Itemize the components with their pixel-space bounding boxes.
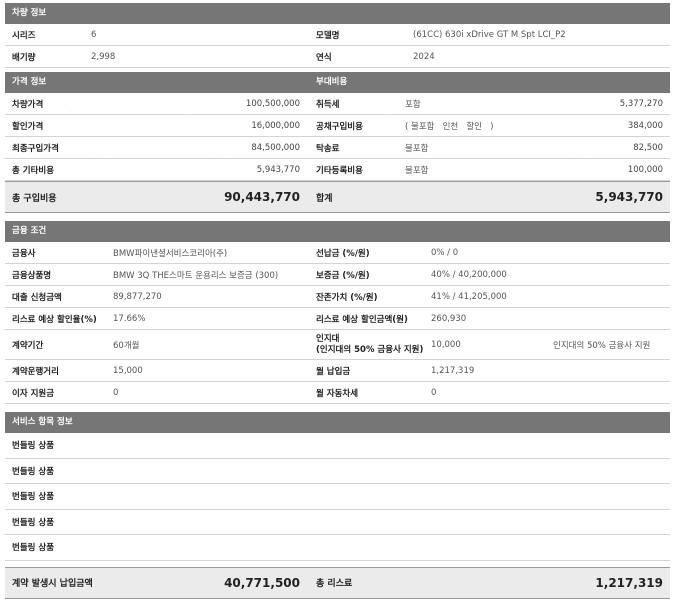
- distance-value: 15,000: [113, 365, 143, 376]
- extra-cost-label: 탁송료: [316, 143, 340, 154]
- service-item-label: 번들링 상품: [12, 543, 55, 554]
- finance-row: 금융사 BMW파이낸셜서비스코리아(주) 선납금 (%/원) 0% / 0: [5, 242, 670, 264]
- finance-row-interest: 이자 지원금 0 월 자동차세 0: [5, 382, 670, 404]
- year-value: 2024: [413, 51, 435, 62]
- total-lease-label: 총 리스료: [316, 579, 353, 589]
- service-section-header: 서비스 항목 정보: [5, 412, 670, 433]
- displacement-value: 2,998: [91, 51, 116, 62]
- footer-summary-row: 계약 발생시 납입금액 40,771,500 총 리스료 1,217,319: [5, 566, 670, 599]
- finance-row-term: 계약기간 60개월 인지대 (인지대의 50% 금융사 지원) 10,000 인…: [5, 330, 670, 360]
- service-item: 번들링 상품: [5, 535, 670, 561]
- price-row: 총 기타비용 5,943,770 기타등록비용 불포함 100,000: [5, 159, 670, 181]
- auto-tax-label: 월 자동차세: [316, 388, 359, 399]
- finance-row: 대출 신청금액 89,877,270 잔존가치 (%/원) 41% / 41,2…: [5, 286, 670, 308]
- service-item-label: 번들링 상품: [12, 441, 55, 452]
- vehicle-section-header: 차량 정보: [5, 3, 670, 24]
- finance-section-header: 금융 조건: [5, 221, 670, 242]
- price-row: 할인가격 16,000,000 공채구입비용 ( 불포함 인천 할인 ) 384…: [5, 115, 670, 137]
- price-section-header: 가격 정보 부대비용: [5, 72, 670, 93]
- finance-right-label: 리스료 예상 할인금액(원): [316, 314, 408, 325]
- distance-label: 계약운행거리: [12, 366, 59, 377]
- total-lease-value: 1,217,319: [595, 575, 663, 590]
- extra-cost-label: 기타등록비용: [316, 165, 363, 176]
- finance-label: 금융상품명: [12, 270, 52, 281]
- price-summary-row: 총 구입비용 90,443,770 합계 5,943,770: [5, 181, 670, 213]
- extra-sum-label: 합계: [316, 193, 333, 204]
- displacement-label: 배기량: [12, 52, 36, 63]
- monthly-payment-label: 월 납입금: [316, 366, 351, 377]
- price-value: 84,500,000: [251, 142, 300, 153]
- stamp-duty-value: 10,000: [431, 339, 461, 350]
- price-header-right: 부대비용: [316, 77, 348, 87]
- price-row: 차량가격 100,500,000 취득세 포함 5,377,270: [5, 93, 670, 115]
- service-item: 번들링 상품: [5, 484, 670, 510]
- total-purchase-label: 총 구입비용: [12, 193, 57, 204]
- monthly-payment-value: 1,217,319: [431, 365, 475, 376]
- finance-right-value: 0% / 0: [431, 247, 459, 258]
- finance-label: 금융사: [12, 248, 36, 259]
- finance-label: 리스료 예상 할인율(%): [12, 314, 97, 325]
- price-row: 최종구입가격 84,500,000 탁송료 불포함 82,500: [5, 137, 670, 159]
- service-item-label: 번들링 상품: [12, 517, 55, 528]
- finance-right-value: 40% / 40,200,000: [431, 269, 507, 280]
- extra-cost-note: 포함: [405, 99, 421, 110]
- service-item: 번들링 상품: [5, 459, 670, 484]
- model-label: 모델명: [316, 30, 340, 41]
- term-label: 계약기간: [12, 340, 44, 351]
- extra-cost-value: 384,000: [627, 120, 663, 131]
- price-value: 100,500,000: [245, 98, 300, 109]
- finance-row-distance: 계약운행거리 15,000 월 납입금 1,217,319: [5, 360, 670, 382]
- finance-value: BMW 3Q THE스마트 운용리스 보증금 (300): [113, 270, 279, 281]
- extra-cost-note: 불포함: [405, 143, 429, 154]
- interest-value: 0: [113, 387, 119, 398]
- service-item-label: 번들링 상품: [12, 492, 55, 503]
- price-value: 5,943,770: [256, 164, 300, 175]
- term-value: 60개월: [113, 340, 140, 351]
- series-label: 시리즈: [12, 30, 36, 41]
- stamp-duty-label-line2: (인지대의 50% 금융사 지원): [316, 344, 424, 355]
- price-value: 16,000,000: [251, 120, 300, 131]
- finance-label: 대출 신청금액: [12, 292, 62, 303]
- year-label: 연식: [316, 52, 332, 63]
- finance-value: 89,877,270: [113, 291, 162, 302]
- price-label: 할인가격: [12, 121, 44, 132]
- finance-row: 금융상품명 BMW 3Q THE스마트 운용리스 보증금 (300) 보증금 (…: [5, 264, 670, 286]
- finance-value: BMW파이낸셜서비스코리아(주): [113, 248, 228, 259]
- price-label: 차량가격: [12, 99, 44, 110]
- finance-value: 17.66%: [113, 313, 146, 324]
- series-value: 6: [91, 29, 97, 40]
- finance-right-label: 보증금 (%/원): [316, 270, 370, 281]
- service-item-label: 번들링 상품: [12, 466, 55, 477]
- price-label: 최종구입가격: [12, 143, 59, 154]
- price-header-left: 가격 정보: [12, 77, 47, 87]
- extra-cost-note: ( 불포함 인천 할인 ): [405, 121, 494, 132]
- extra-cost-value: 5,377,270: [619, 98, 663, 109]
- initial-payment-value: 40,771,500: [224, 575, 300, 590]
- extra-sum-value: 5,943,770: [595, 190, 663, 204]
- vehicle-row-displacement: 배기량 2,998 연식 2024: [5, 46, 670, 68]
- extra-cost-value: 100,000: [627, 164, 663, 175]
- finance-right-value: 41% / 41,205,000: [431, 291, 507, 302]
- total-purchase-value: 90,443,770: [224, 190, 300, 204]
- model-value: (61CC) 630i xDrive GT M Spt LCI_P2: [413, 29, 566, 40]
- service-item: 번들링 상품: [5, 510, 670, 535]
- price-label: 총 기타비용: [12, 165, 55, 176]
- extra-cost-label: 취득세: [316, 99, 340, 110]
- extra-cost-note: 불포함: [405, 165, 429, 176]
- quote-document: 차량 정보 시리즈 6 모델명 (61CC) 630i xDrive GT M …: [5, 3, 670, 599]
- finance-right-label: 선납금 (%/원): [316, 248, 370, 259]
- finance-row: 리스료 예상 할인율(%) 17.66% 리스료 예상 할인금액(원) 260,…: [5, 308, 670, 330]
- vehicle-row-series: 시리즈 6 모델명 (61CC) 630i xDrive GT M Spt LC…: [5, 24, 670, 46]
- finance-right-label: 잔존가치 (%/원): [316, 292, 378, 303]
- extra-cost-value: 82,500: [633, 142, 663, 153]
- service-item: 번들링 상품: [5, 433, 670, 459]
- interest-label: 이자 지원금: [12, 388, 55, 399]
- stamp-duty-note: 인지대의 50% 금융사 지원: [553, 340, 651, 351]
- stamp-duty-label: 인지대 (인지대의 50% 금융사 지원): [309, 334, 431, 356]
- initial-payment-label: 계약 발생시 납입금액: [12, 579, 93, 589]
- auto-tax-value: 0: [431, 387, 437, 398]
- extra-cost-label: 공채구입비용: [316, 121, 363, 132]
- finance-right-value: 260,930: [431, 313, 467, 324]
- stamp-duty-label-line1: 인지대: [316, 333, 340, 344]
